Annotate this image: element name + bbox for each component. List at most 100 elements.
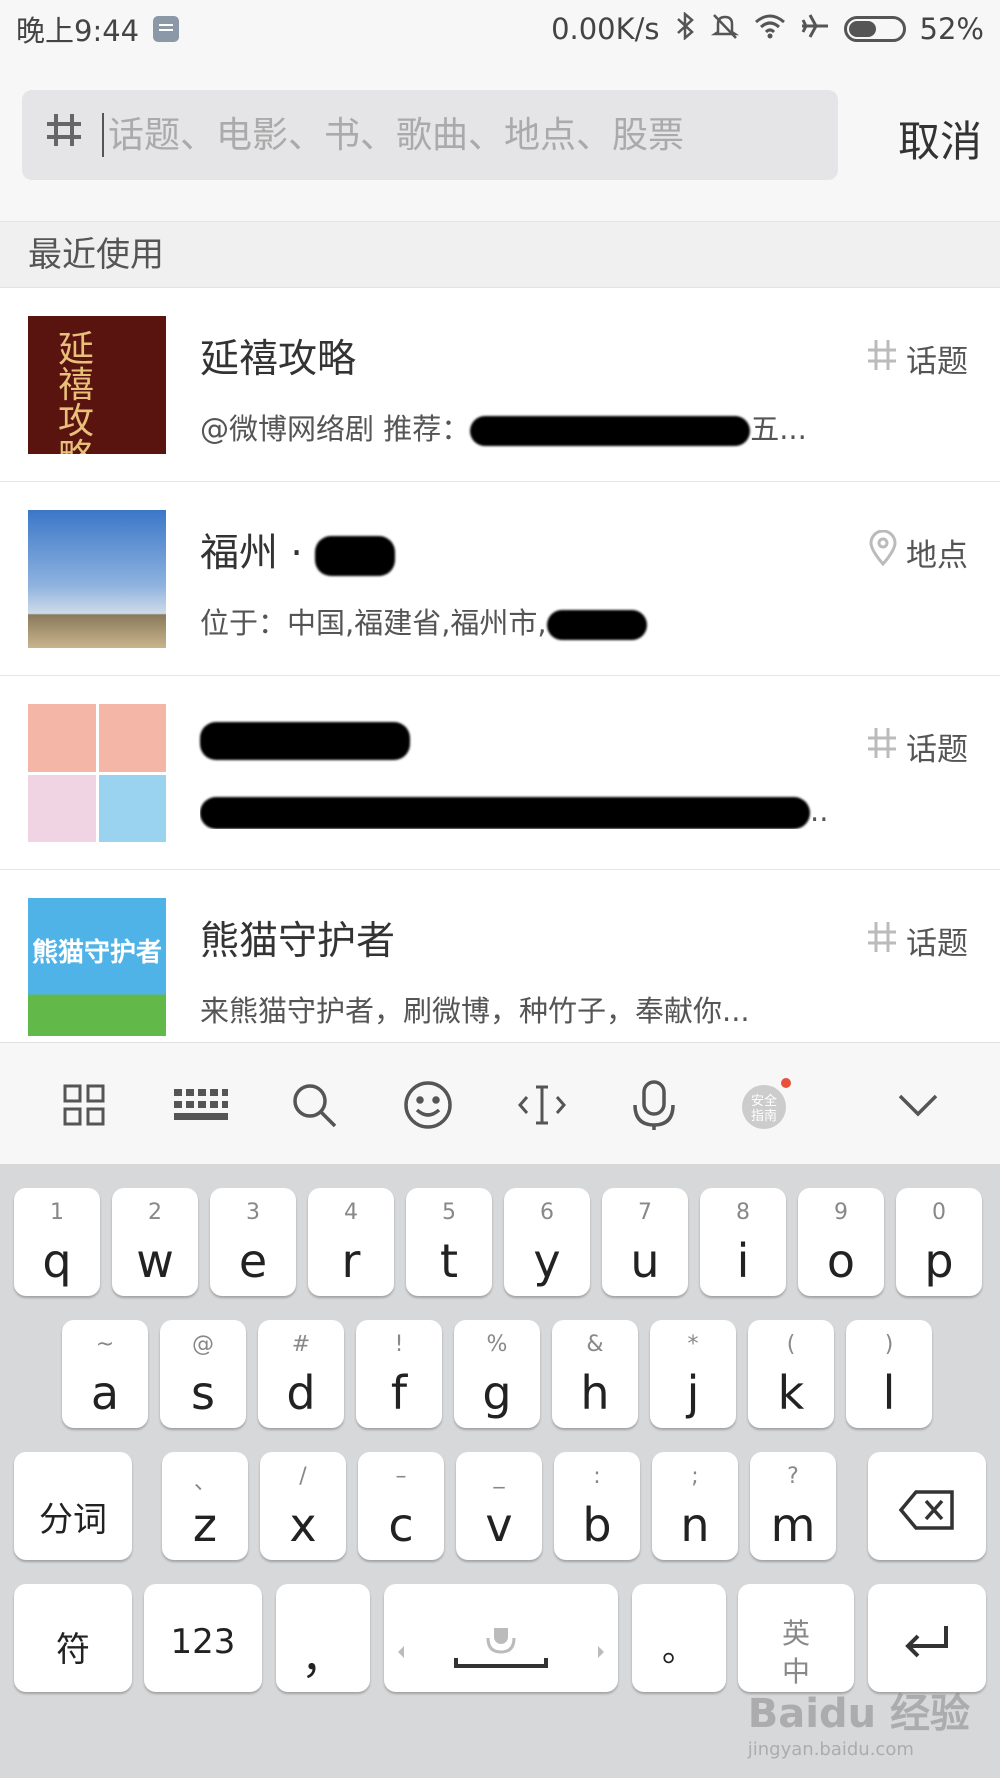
recent-list: 延禧攻略 延禧攻略 @微博网络剧 推荐：五... 话题 福州 · 位于：中国,福… bbox=[0, 288, 1000, 1042]
number-key[interactable]: 123 bbox=[144, 1584, 262, 1692]
microphone-icon[interactable] bbox=[626, 1077, 682, 1133]
wifi-icon bbox=[754, 12, 786, 46]
list-item[interactable]: ... 话题 bbox=[0, 676, 1000, 870]
key-alt-label: 9 bbox=[834, 1200, 848, 1225]
list-item[interactable]: 福州 · 位于：中国,福建省,福州市, 地点 bbox=[0, 482, 1000, 676]
key-alt-label: 3 bbox=[246, 1200, 260, 1225]
key-label: c bbox=[388, 1498, 414, 1552]
key-k[interactable]: (k bbox=[748, 1320, 834, 1428]
enter-key[interactable] bbox=[868, 1584, 986, 1692]
baidu-watermark: Baidu 经验 jingyan.baidu.com bbox=[747, 1691, 970, 1760]
emoji-icon[interactable] bbox=[400, 1077, 456, 1133]
key-label: n bbox=[680, 1498, 710, 1552]
key-alt-label: % bbox=[486, 1332, 508, 1357]
key-alt-label: 8 bbox=[736, 1200, 750, 1225]
key-e[interactable]: 3e bbox=[210, 1188, 296, 1296]
key-alt-label: 6 bbox=[540, 1200, 554, 1225]
hash-icon bbox=[44, 110, 92, 160]
key-s[interactable]: @ s bbox=[160, 1320, 246, 1428]
text-caret bbox=[102, 113, 104, 157]
key-label: d bbox=[286, 1366, 316, 1420]
keyboard-icon[interactable] bbox=[172, 1077, 228, 1133]
period-key[interactable]: 。 bbox=[632, 1584, 726, 1692]
thumbnail-image: 熊猫守护者 bbox=[28, 898, 166, 1036]
redacted-scribble bbox=[546, 610, 647, 640]
language-switch-key[interactable]: 英 中 bbox=[738, 1584, 854, 1692]
key-u[interactable]: 7u bbox=[602, 1188, 688, 1296]
key-r[interactable]: 4r bbox=[308, 1188, 394, 1296]
search-input[interactable] bbox=[108, 114, 808, 156]
item-subtitle: @微博网络剧 推荐： 五... bbox=[200, 412, 807, 446]
symbol-key[interactable]: 符 bbox=[14, 1584, 132, 1692]
redacted-scribble bbox=[200, 721, 410, 760]
airplane-icon bbox=[800, 12, 830, 47]
space-key[interactable] bbox=[384, 1584, 618, 1692]
key-alt-label: 7 bbox=[638, 1200, 652, 1225]
key-t[interactable]: 5t bbox=[406, 1188, 492, 1296]
item-subtitle: 位于：中国,福建省,福州市, bbox=[200, 600, 830, 642]
key-label: q bbox=[42, 1234, 72, 1288]
comma-key-label: ， bbox=[301, 1633, 345, 1684]
key-label: r bbox=[341, 1234, 361, 1288]
key-z[interactable]: 、 z bbox=[162, 1452, 248, 1560]
item-title: 熊猫守护者 bbox=[200, 919, 396, 964]
thumbnail-image bbox=[28, 704, 166, 842]
key-a[interactable]: ~ a bbox=[62, 1320, 148, 1428]
key-alt-label: 4 bbox=[344, 1200, 358, 1225]
key-f[interactable]: ! f bbox=[356, 1320, 442, 1428]
symbol-key-label: 符 bbox=[56, 1630, 90, 1670]
key-alt-label: : bbox=[593, 1464, 601, 1489]
key-y[interactable]: 6y bbox=[504, 1188, 590, 1296]
thumbnail-text: 熊猫守护者 bbox=[31, 938, 162, 968]
key-d[interactable]: # d bbox=[258, 1320, 344, 1428]
bluetooth-icon bbox=[674, 10, 696, 47]
key-n[interactable]: ; n bbox=[652, 1452, 738, 1560]
item-type-label: 话题 bbox=[906, 926, 968, 962]
key-q[interactable]: 1q bbox=[14, 1188, 100, 1296]
search-icon[interactable] bbox=[286, 1077, 342, 1133]
key-b[interactable]: :b bbox=[554, 1452, 640, 1560]
status-bar: 晚上9:44 0.00K/s 52% bbox=[0, 0, 1000, 58]
backspace-key[interactable] bbox=[868, 1452, 986, 1560]
thumbnail-image bbox=[28, 510, 166, 648]
list-item[interactable]: 延禧攻略 延禧攻略 @微博网络剧 推荐：五... 话题 bbox=[0, 288, 1000, 482]
key-m[interactable]: ? m bbox=[750, 1452, 836, 1560]
enter-icon bbox=[905, 1626, 948, 1658]
key-c[interactable]: – c bbox=[358, 1452, 444, 1560]
key-label: u bbox=[630, 1234, 660, 1288]
key-label: w bbox=[136, 1234, 174, 1288]
key-v[interactable]: _ v bbox=[456, 1452, 542, 1560]
comma-key[interactable]: ， bbox=[276, 1584, 370, 1692]
chevron-down-icon[interactable] bbox=[890, 1077, 946, 1133]
key-alt-label: / bbox=[299, 1464, 307, 1489]
location-pin-icon bbox=[868, 529, 898, 575]
key-o[interactable]: 9o bbox=[798, 1188, 884, 1296]
grid-icon[interactable] bbox=[56, 1077, 112, 1133]
search-box[interactable] bbox=[22, 90, 838, 180]
key-w[interactable]: 2w bbox=[112, 1188, 198, 1296]
segment-key[interactable]: 分词 bbox=[14, 1452, 132, 1560]
battery-percent: 52% bbox=[919, 12, 984, 46]
key-h[interactable]: & h bbox=[552, 1320, 638, 1428]
key-label: k bbox=[777, 1366, 805, 1420]
key-p[interactable]: 0p bbox=[896, 1188, 982, 1296]
keyboard-toolbar: 安全 指南 bbox=[0, 1042, 1000, 1164]
safety-guide-icon[interactable]: 安全 指南 bbox=[738, 1077, 794, 1133]
soft-keyboard: 1q2w3e4r5t6y7u8i9o0p ~ a @ s # d! f% g & h * j(k) l … bbox=[0, 1164, 1000, 1778]
item-subtitle: 来熊猫守护者，刷微博，种竹子，奉献你... bbox=[200, 994, 750, 1028]
key-alt-label: _ bbox=[493, 1464, 505, 1489]
key-l[interactable]: ) l bbox=[846, 1320, 932, 1428]
key-label: x bbox=[289, 1498, 317, 1552]
cursor-icon[interactable] bbox=[514, 1077, 570, 1133]
cancel-button[interactable]: 取消 bbox=[898, 108, 982, 169]
recent-section-title: 最近使用 bbox=[0, 222, 1000, 288]
key-x[interactable]: / x bbox=[260, 1452, 346, 1560]
key-g[interactable]: % g bbox=[454, 1320, 540, 1428]
key-j[interactable]: * j bbox=[650, 1320, 736, 1428]
list-item[interactable]: 熊猫守护者 熊猫守护者 来熊猫守护者，刷微博，种竹子，奉献你... 话题 bbox=[0, 870, 1000, 1042]
number-key-label: 123 bbox=[170, 1622, 236, 1662]
hash-icon bbox=[866, 725, 898, 769]
battery-icon bbox=[843, 16, 906, 42]
key-i[interactable]: 8i bbox=[700, 1188, 786, 1296]
key-alt-label: 1 bbox=[50, 1200, 64, 1225]
